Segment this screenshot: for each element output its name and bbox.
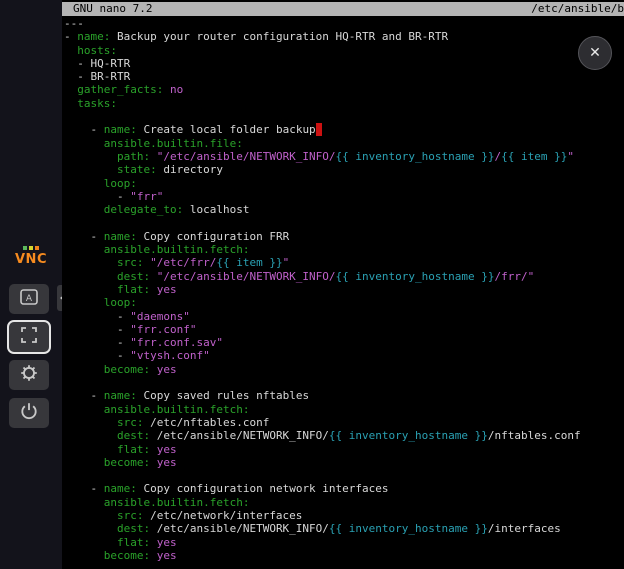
editor-line: src: /etc/network/interfaces [64,509,581,522]
svg-text:A: A [26,294,33,304]
settings-button[interactable] [9,360,49,390]
vnc-logo-text: VNC [8,252,54,267]
keyboard-icon: A [18,286,40,312]
editor-line: flat: yes [64,283,581,296]
editor-line: - name: Create local folder backup [64,123,581,136]
editor-line: dest: /etc/ansible/NETWORK_INFO/{{ inven… [64,429,581,442]
text-cursor [316,123,323,136]
nano-titlebar: GNU nano 7.2 /etc/ansible/b [62,2,624,16]
editor-line [64,110,581,123]
editor-line [64,216,581,229]
editor-line: - "frr.conf.sav" [64,336,581,349]
editor-line: - name: Copy configuration network inter… [64,482,581,495]
vnc-logo: VNC [8,246,54,267]
editor-line: flat: yes [64,536,581,549]
keyboard-button[interactable]: A [9,284,49,314]
editor-line: path: "/etc/ansible/NETWORK_INFO/{{ inve… [64,150,581,163]
editor-line: tasks: [64,97,581,110]
editor-line: state: directory [64,163,581,176]
editor-line: - name: Backup your router configuration… [64,30,581,43]
editor-line: dest: "/etc/ansible/NETWORK_INFO/{{ inve… [64,270,581,283]
editor-line: - HQ-RTR [64,57,581,70]
editor-line [64,376,581,389]
editor-line: - BR-RTR [64,70,581,83]
editor-line: - "frr.conf" [64,323,581,336]
editor-line: - name: Copy configuration FRR [64,230,581,243]
editor-line: become: yes [64,549,581,562]
editor-line: ansible.builtin.fetch: [64,403,581,416]
editor-line: hosts: [64,44,581,57]
editor-line: dest: /etc/ansible/NETWORK_INFO/{{ inven… [64,522,581,535]
editor-line: - name: Copy saved rules nftables [64,389,581,402]
editor-line: ansible.builtin.fetch: [64,243,581,256]
editor-line: loop: [64,296,581,309]
terminal-window: GNU nano 7.2 /etc/ansible/b ---- name: B… [62,0,624,569]
editor-content[interactable]: ---- name: Backup your router configurat… [64,17,581,562]
gear-icon [18,362,40,388]
fullscreen-button[interactable] [9,322,49,352]
editor-line: - "vtysh.conf" [64,349,581,362]
editor-line: delegate_to: localhost [64,203,581,216]
editor-line: - "daemons" [64,310,581,323]
screen: VNC A [0,0,624,569]
editor-line: src: /etc/nftables.conf [64,416,581,429]
nano-app-title: GNU nano 7.2 [73,2,152,16]
editor-line: become: yes [64,456,581,469]
nano-file-path: /etc/ansible/b [531,2,624,16]
editor-line: loop: [64,177,581,190]
editor-line: gather_facts: no [64,83,581,96]
editor-line: src: "/etc/frr/{{ item }}" [64,256,581,269]
editor-line: become: yes [64,363,581,376]
editor-line: ansible.builtin.file: [64,137,581,150]
editor-line: ansible.builtin.fetch: [64,496,581,509]
fullscreen-icon [18,324,40,350]
close-button[interactable]: ✕ [578,36,612,70]
editor-line: --- [64,17,581,30]
editor-line: - "frr" [64,190,581,203]
vnc-logo-dots [8,246,54,250]
editor-line: flat: yes [64,443,581,456]
power-icon [18,400,40,426]
power-button[interactable] [9,398,49,428]
vnc-sidebar: VNC A [0,0,62,569]
editor-line [64,469,581,482]
close-icon: ✕ [589,45,601,61]
